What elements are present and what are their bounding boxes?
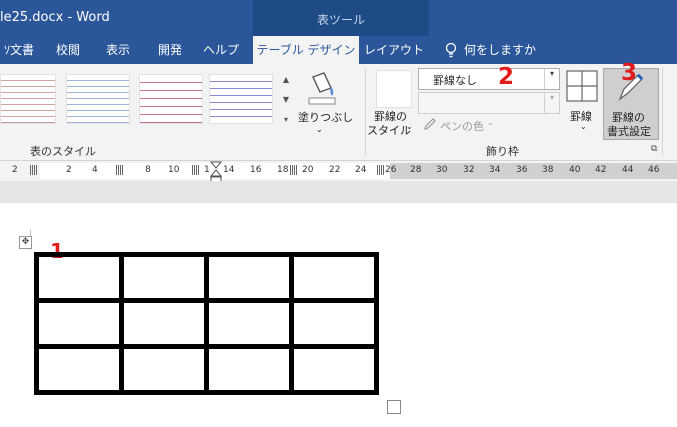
table-move-handle-icon[interactable]: ✥	[19, 236, 32, 249]
table-style-thumbnail[interactable]	[139, 74, 203, 124]
table-cell[interactable]	[34, 252, 124, 303]
ruler-tick: 8	[145, 165, 151, 175]
shading-button[interactable]: 塗りつぶし	[298, 109, 353, 125]
group-divider	[365, 68, 366, 156]
table-resize-handle[interactable]	[387, 400, 401, 414]
tab-mailings[interactable]: ｿ文書	[0, 36, 38, 64]
table-cell[interactable]	[289, 344, 379, 395]
table-cell[interactable]	[119, 344, 209, 395]
group-label-borders: 飾り枠	[486, 145, 519, 158]
ruler-tick: 24	[355, 165, 367, 175]
table-row	[34, 298, 379, 349]
column-marker[interactable]	[30, 165, 38, 175]
column-marker[interactable]	[192, 165, 200, 175]
border-styles-preview[interactable]	[376, 70, 412, 108]
ribbon: ▲ ▼ ▾ 表のスタイル 塗りつぶし ⌄ 罫線の スタイル ⌄ 罫線なし ▾ ▾…	[0, 60, 677, 161]
border-painter-label-line2: 書式設定	[607, 125, 651, 138]
gallery-scroll-up-icon[interactable]: ▲	[280, 72, 292, 88]
ruler-tick: 4	[92, 165, 98, 175]
ruler-tick: 16	[250, 165, 262, 175]
tell-me-search[interactable]: 何をしますか	[464, 36, 544, 64]
ruler-tick: 14	[223, 165, 235, 175]
table-cell[interactable]	[204, 252, 294, 303]
context-tab-group-title: 表ツール	[316, 13, 365, 27]
ruler-tick: 20	[302, 165, 314, 175]
pen-icon	[424, 118, 436, 130]
annotation-2: 2	[498, 64, 515, 90]
table-style-thumbnail[interactable]	[66, 74, 130, 124]
lightbulb-icon[interactable]	[444, 42, 458, 58]
ruler-tick: 46	[648, 165, 660, 175]
table-cell[interactable]	[289, 252, 379, 303]
chevron-down-icon[interactable]: ▾	[544, 93, 559, 113]
title-bar: le25.docx - Word 表ツール	[0, 0, 677, 36]
borders-icon[interactable]	[566, 70, 598, 102]
ruler-tick: 32	[463, 165, 475, 175]
gallery-scroll-down-icon[interactable]: ▼	[280, 92, 292, 108]
ruler-margin-area	[390, 163, 677, 179]
tab-view[interactable]: 表示	[100, 36, 136, 64]
table-cell[interactable]	[34, 298, 124, 349]
ruler-tick: 36	[516, 165, 528, 175]
paint-bucket-icon[interactable]	[304, 70, 338, 106]
window-title: le25.docx - Word	[0, 10, 110, 25]
chevron-down-icon[interactable]: ⌄	[580, 122, 587, 131]
column-marker[interactable]	[377, 165, 385, 175]
ruler-tick: 18	[277, 165, 289, 175]
ruler-tick: 10	[168, 165, 180, 175]
column-marker[interactable]	[116, 165, 124, 175]
table-cell[interactable]	[204, 298, 294, 349]
ruler-tick: 38	[542, 165, 554, 175]
ruler-tick: 44	[622, 165, 634, 175]
table-cell[interactable]	[119, 252, 209, 303]
tab-review[interactable]: 校閲	[50, 36, 86, 64]
line-style-dropdown[interactable]: 罫線なし ▾	[418, 68, 560, 90]
table-cell[interactable]	[204, 344, 294, 395]
ruler-tick: 40	[569, 165, 581, 175]
chevron-down-icon[interactable]: ▾	[544, 69, 559, 89]
document-table[interactable]	[34, 252, 379, 395]
ruler-tick: 2	[12, 165, 18, 175]
chevron-down-icon[interactable]: ⌄	[406, 122, 413, 131]
gallery-more-icon[interactable]: ▾	[280, 112, 292, 128]
group-label-table-styles: 表のスタイル	[30, 145, 96, 158]
ruler-tick: 30	[436, 165, 448, 175]
tab-table-design[interactable]: テーブル デザイン	[253, 36, 359, 64]
table-cell[interactable]	[289, 298, 379, 349]
group-divider	[662, 68, 663, 156]
table-row	[34, 344, 379, 395]
border-styles-button[interactable]: スタイル	[367, 122, 411, 138]
ribbon-tabs: ｿ文書 校閲 表示 開発 ヘルプ テーブル デザイン レイアウト 何をしますか	[0, 36, 677, 64]
tab-layout[interactable]: レイアウト	[364, 36, 424, 64]
chevron-down-icon[interactable]: ⌄	[316, 125, 323, 134]
ruler-tick: 26	[385, 165, 397, 175]
ruler-tick: 1	[204, 165, 210, 175]
table-style-thumbnail[interactable]	[209, 74, 273, 124]
ruler-tick: 34	[489, 165, 501, 175]
pen-color-button[interactable]: ペンの色	[440, 118, 484, 134]
column-marker[interactable]	[290, 165, 298, 175]
line-style-value: 罫線なし	[433, 74, 477, 87]
annotation-3: 3	[621, 60, 638, 86]
ruler-tick: 22	[329, 165, 341, 175]
tab-developer[interactable]: 開発	[152, 36, 188, 64]
ruler-tick: 42	[595, 165, 607, 175]
ruler-tick: 28	[410, 165, 422, 175]
line-weight-dropdown[interactable]: ▾	[418, 92, 560, 114]
table-style-thumbnail[interactable]	[0, 74, 56, 124]
chevron-down-icon[interactable]: ⌄	[487, 118, 494, 127]
table-cell[interactable]	[119, 298, 209, 349]
table-cell[interactable]	[34, 344, 124, 395]
tab-help[interactable]: ヘルプ	[201, 36, 241, 64]
table-row	[34, 252, 379, 303]
horizontal-ruler[interactable]: 2 2 4 8 10 1 14 16 18 20 22 24 26 28 30 …	[0, 161, 677, 184]
ruler-tick: 2	[66, 165, 72, 175]
dialog-launcher-icon[interactable]: ⧉	[651, 144, 657, 154]
context-tab-group-header: 表ツール	[253, 0, 429, 36]
